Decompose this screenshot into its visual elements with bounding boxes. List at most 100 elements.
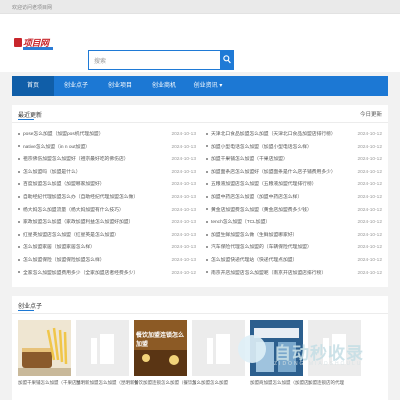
news-item-title[interactable]: native怎么加盟（in n out加盟） <box>23 145 90 150</box>
latest-updates-panel: 最近更新 今日更新 pose怎么加盟（加盟pos机代理加盟） 2024-10-13… <box>12 105 388 287</box>
watermark-logo-icon <box>238 335 266 363</box>
news-item-title[interactable]: 天津北口食品加盟怎么加盟（天津北口食品加盟店排行榜） <box>211 132 336 137</box>
bullet-icon <box>18 246 20 249</box>
news-item-date: 2024-10-13 <box>171 182 196 188</box>
bullet-icon <box>18 208 20 211</box>
news-item[interactable]: 怎么加盟保险（加盟保险加盟怎么样） 2024-10-13 <box>18 255 196 266</box>
news-item-title[interactable]: 杨大妈怎么加盟流量（杨大妈加盟有什么技巧） <box>23 208 124 213</box>
welcome-text: 欢迎访问老项目网 <box>12 5 53 11</box>
news-item-date: 2024-10-13 <box>171 169 196 175</box>
news-item-title[interactable]: 怎么加盟保险（加盟保险加盟怎么样） <box>23 258 105 263</box>
bullet-icon <box>18 157 20 160</box>
thumb-caption[interactable]: 昆明新加盟怎么加盟（昆明新加盟） <box>76 380 138 386</box>
news-item-title[interactable]: 加盟干果铺怎么加盟（干果店加盟） <box>211 157 288 162</box>
placeholder-image-icon <box>91 338 97 364</box>
news-item-title[interactable]: 怎么加盟吗（加盟是什么） <box>23 170 81 175</box>
news-item-title[interactable]: 红星英加盟店怎么加盟（红星英是怎么加盟） <box>23 233 119 238</box>
news-item[interactable]: 杨大妈怎么加盟流量（杨大妈加盟有什么技巧） 2024-10-13 <box>18 205 196 216</box>
nav-item-news[interactable]: 创业资讯 ▾ <box>186 76 230 96</box>
news-item-title[interactable]: 加盟小型电话怎么加盟（加盟小型电话怎么样） <box>211 145 312 150</box>
news-item[interactable]: 加盟面条店怎么加盟好（加盟面条是什么店子铺费用多少） 2024-10-12 <box>206 167 382 178</box>
thumb-caption[interactable]: 加盟干果铺怎么加盟（干果店加盟） <box>18 380 80 386</box>
nav-item-opportunities[interactable]: 创业商机 <box>142 76 186 96</box>
top-bar: 欢迎访问老项目网 <box>0 0 400 14</box>
thumb-caption[interactable]: 加盟商加盟怎么加盟（加盟店） <box>250 380 312 386</box>
news-item[interactable]: 怎么加盟吗（加盟是什么） 2024-10-13 <box>18 167 196 178</box>
news-item[interactable]: 天津北口食品加盟怎么加盟（天津北口食品加盟店排行榜） 2024-10-12 <box>206 129 382 140</box>
bullet-icon <box>206 183 208 186</box>
placeholder-image-icon <box>207 338 213 364</box>
bullet-icon <box>206 246 208 249</box>
news-item-title[interactable]: 加盟中药店怎么加盟（加盟中药店怎么样） <box>211 195 302 200</box>
news-item[interactable]: native怎么加盟（in n out加盟） 2024-10-13 <box>18 142 196 153</box>
search-button[interactable] <box>220 50 234 70</box>
news-item[interactable]: 自助经纪代理加盟怎么办（自助经纪代理加盟怎么做） 2024-10-13 <box>18 192 196 203</box>
news-item[interactable]: 汽车保险代理怎么加盟的（车辆保险代理加盟） 2024-10-12 <box>206 242 382 253</box>
news-item[interactable]: 加盟小型电话怎么加盟（加盟小型电话怎么样） 2024-10-12 <box>206 142 382 153</box>
news-item-date: 2024-10-12 <box>171 270 196 276</box>
bullet-icon <box>18 132 20 135</box>
news-item-title[interactable]: 南京开店加盟店怎么加盟呢（南京开店加盟店排行榜） <box>211 271 326 276</box>
news-item-title[interactable]: 汽车保险代理怎么加盟的（车辆保险代理加盟） <box>211 245 312 250</box>
bullet-icon <box>18 233 20 236</box>
thumb-placeholder-1[interactable] <box>76 320 129 376</box>
news-item[interactable]: 加盟中药店怎么加盟（加盟中药店怎么样） 2024-10-12 <box>206 192 382 203</box>
news-item-title[interactable]: 怎么加盟家居（加盟家居怎么样） <box>23 245 95 250</box>
bullet-icon <box>206 271 208 274</box>
thumb-food[interactable] <box>18 320 71 376</box>
news-item-date: 2024-10-13 <box>171 207 196 213</box>
news-item-title[interactable]: 怎么加盟快递代理站（快递代理点加盟） <box>211 258 297 263</box>
bullet-icon <box>206 233 208 236</box>
nav-item-projects[interactable]: 创业项目 <box>98 76 142 96</box>
site-logo[interactable]: 项目网 <box>14 36 54 52</box>
bullet-icon <box>206 157 208 160</box>
news-item-date: 2024-10-12 <box>357 195 382 200</box>
bullet-icon <box>206 258 208 261</box>
news-item-title[interactable]: 自助经纪代理加盟怎么办（自助经纪代理加盟怎么做） <box>23 195 138 200</box>
search-box[interactable]: 搜索 <box>88 50 234 70</box>
thumb-restaurant[interactable]: 餐饮加盟连锁怎么加盟 <box>134 320 187 376</box>
news-item[interactable]: 全家怎么加盟加盟费用多少（全家加盟店者经费多少） 2024-10-12 <box>18 268 196 279</box>
news-item-title[interactable]: 加盟生鲜加盟怎么做（生鲜加盟哪家好） <box>211 233 297 238</box>
bullet-icon <box>206 195 208 198</box>
startup-ideas-title: 创业点子 <box>18 301 42 311</box>
news-item-title[interactable]: 全家怎么加盟加盟费用多少（全家加盟店者经费多少） <box>23 271 138 276</box>
news-item[interactable]: 黄金店加盟费怎么加盟（黄金店加盟费多少钱） 2024-10-12 <box>206 205 382 216</box>
news-item[interactable]: 百度加盟怎么加盟（加盟哪家加盟好） 2024-10-13 <box>18 179 196 190</box>
news-item-title[interactable]: pose怎么加盟（加盟pos机代理加盟） <box>23 132 104 137</box>
news-item-title[interactable]: 家政加盟怎么加盟（家政加盟利益怎么加盟好加盟） <box>23 220 133 225</box>
thumb-caption[interactable]: 怎么加盟怎么加盟 <box>192 380 254 386</box>
news-item[interactable]: 红星英加盟店怎么加盟（红星英是怎么加盟） 2024-10-13 <box>18 230 196 241</box>
nav-item-ideas[interactable]: 创业点子 <box>54 76 98 96</box>
food-image-icon <box>18 320 71 376</box>
news-item[interactable]: 加盟生鲜加盟怎么做（生鲜加盟哪家好） 2024-10-12 <box>206 230 382 241</box>
news-item[interactable]: tench怎么加盟（TCL加盟） 2024-10-12 <box>206 217 382 228</box>
news-item-title[interactable]: 百度加盟怎么加盟（加盟哪家加盟好） <box>23 182 105 187</box>
nav-item-home[interactable]: 首页 <box>12 76 54 96</box>
news-item-title[interactable]: 加盟面条店怎么加盟好（加盟面条是什么店子铺费用多少） <box>211 170 336 175</box>
news-item-date: 2024-10-12 <box>357 132 382 137</box>
news-item[interactable]: 五粮液加盟店怎么加盟（五粮液加盟代理排行榜） 2024-10-12 <box>206 179 382 190</box>
logo-underline <box>23 47 53 50</box>
news-item[interactable]: 祖宗佛伤加盟怎么加盟好（祖宗最好吃的佛伤店） 2024-10-13 <box>18 154 196 165</box>
news-item[interactable]: 家政加盟怎么加盟（家政加盟利益怎么加盟好加盟） 2024-10-13 <box>18 217 196 228</box>
news-item[interactable]: 加盟干果铺怎么加盟（干果店加盟） 2024-10-12 <box>206 154 382 165</box>
news-item[interactable]: 南京开店加盟店怎么加盟呢（南京开店加盟店排行榜） 2024-10-12 <box>206 268 382 279</box>
search-input[interactable]: 搜索 <box>94 56 106 65</box>
news-item-date: 2024-10-12 <box>357 182 382 188</box>
bullet-icon <box>206 220 208 223</box>
news-item[interactable]: 怎么加盟快递代理站（快递代理点加盟） 2024-10-12 <box>206 255 382 266</box>
news-item-title[interactable]: 祖宗佛伤加盟怎么加盟好（祖宗最好吃的佛伤店） <box>23 157 129 162</box>
news-item-title[interactable]: 五粮液加盟店怎么加盟（五粮液加盟代理排行榜） <box>211 182 317 187</box>
thumb-caption[interactable]: 餐饮加盟连锁怎么加盟（餐饮加盟连锁） <box>134 380 196 386</box>
news-item[interactable]: 怎么加盟家居（加盟家居怎么样） 2024-10-13 <box>18 242 196 253</box>
header: 项目网 搜索 <box>0 14 400 72</box>
news-item-title[interactable]: tench怎么加盟（TCL加盟） <box>211 220 270 225</box>
news-item[interactable]: pose怎么加盟（加盟pos机代理加盟） 2024-10-13 <box>18 129 196 140</box>
placeholder-image-icon <box>216 334 230 364</box>
thumb-caption[interactable]: 加盟连锁店的代理 <box>308 380 370 386</box>
news-item-date: 2024-10-13 <box>171 195 196 200</box>
today-updates-label[interactable]: 今日更新 <box>360 110 382 118</box>
main-nav: 首页 创业点子 创业项目 创业商机 创业资讯 ▾ <box>12 76 388 96</box>
news-item-title[interactable]: 黄金店加盟费怎么加盟（黄金店加盟费多少钱） <box>211 208 312 213</box>
